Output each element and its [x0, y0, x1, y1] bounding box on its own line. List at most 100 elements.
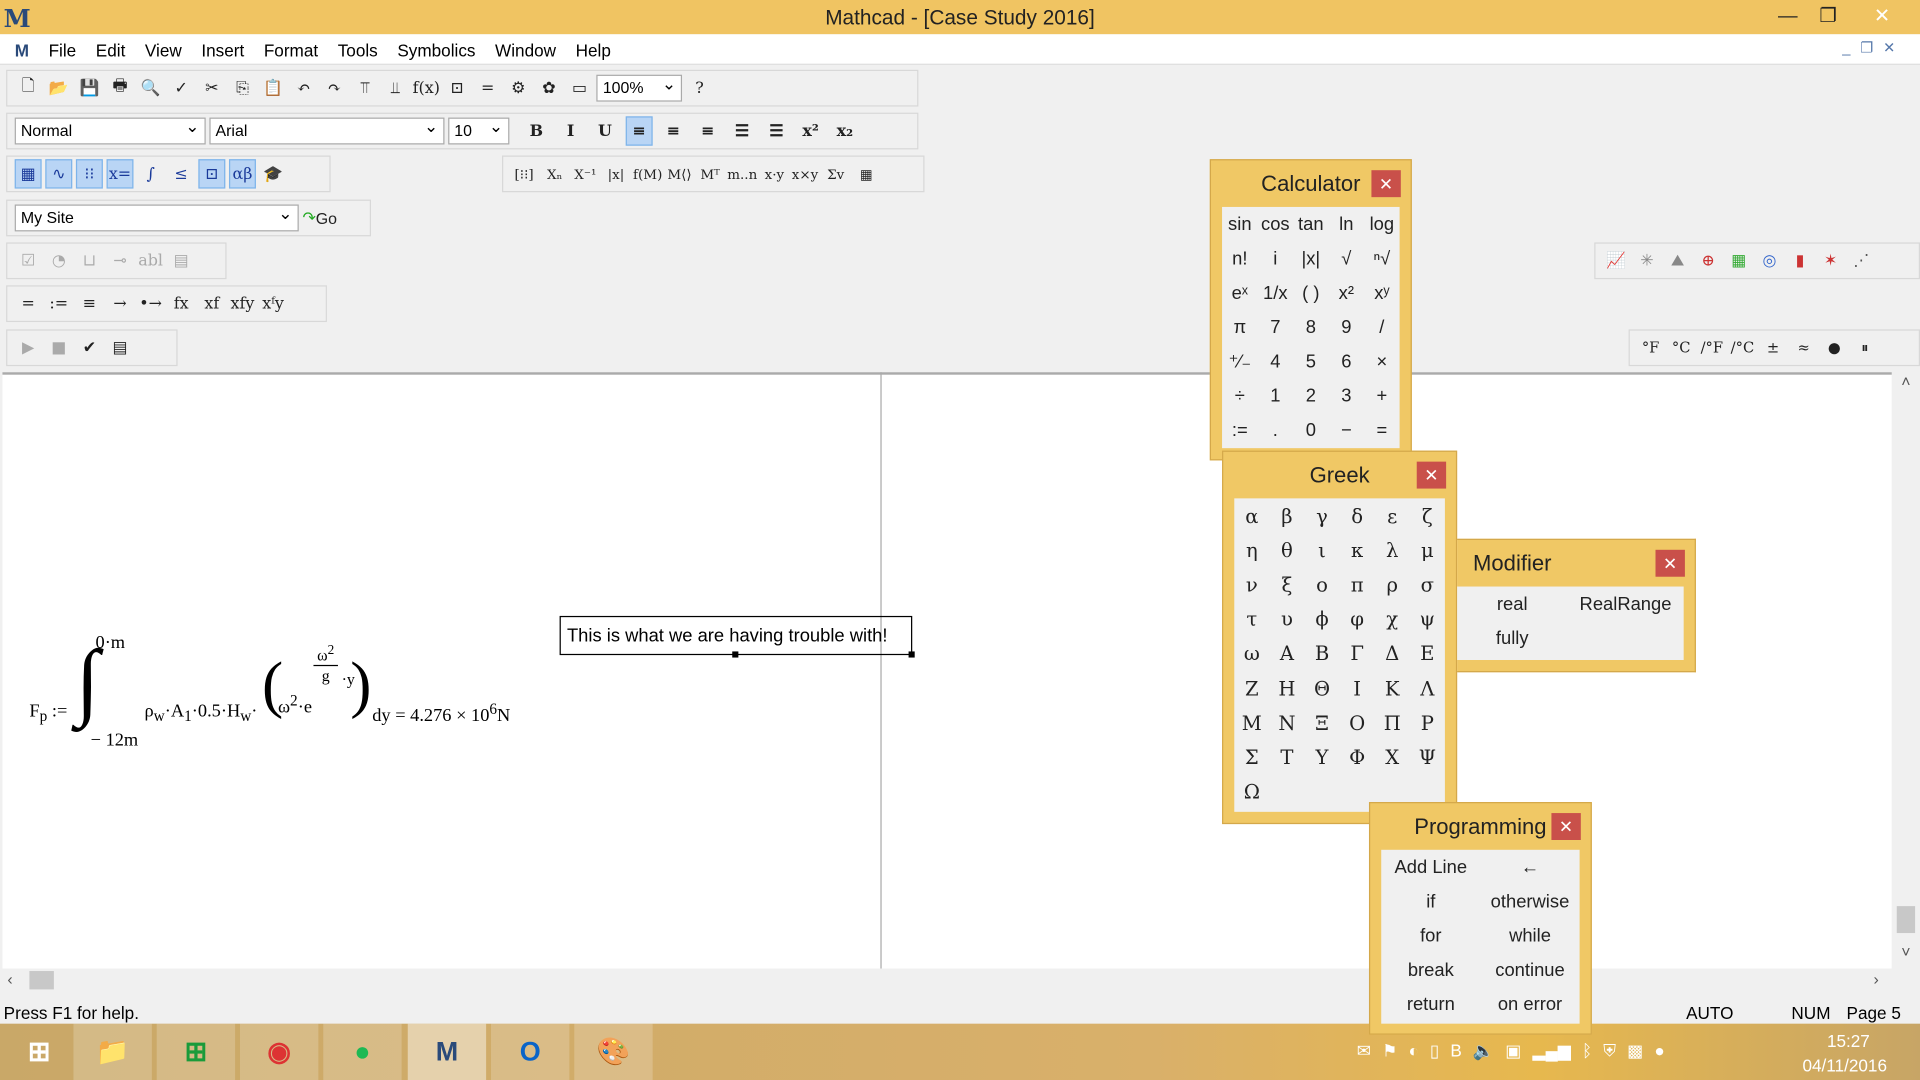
- style-select[interactable]: Normal: [14, 116, 206, 145]
- greek-key[interactable]: ψ: [1410, 602, 1445, 637]
- greek-key[interactable]: Λ: [1410, 671, 1445, 706]
- modifier-key[interactable]: real: [1457, 587, 1567, 621]
- 3d-scatter-icon[interactable]: ◎: [1756, 246, 1783, 275]
- calc-key[interactable]: 2: [1293, 378, 1329, 412]
- unit-6-button[interactable]: ●: [1821, 333, 1848, 362]
- calc-key[interactable]: ⁿ√: [1364, 241, 1400, 275]
- calc-key[interactable]: 0: [1293, 413, 1329, 447]
- resize-handle[interactable]: [732, 651, 739, 658]
- menu-file[interactable]: File: [39, 34, 86, 60]
- greek-key[interactable]: Ξ: [1304, 705, 1339, 740]
- programming-key[interactable]: otherwise: [1480, 884, 1579, 919]
- matrix-op-4-icon[interactable]: f(M): [633, 159, 662, 188]
- programming-key[interactable]: on error: [1480, 988, 1579, 1023]
- greek-key[interactable]: η: [1234, 533, 1269, 568]
- control-3-icon[interactable]: ⊸: [107, 246, 134, 275]
- matrix-op-11-icon[interactable]: ▦: [853, 159, 880, 188]
- greek-key[interactable]: Σ: [1234, 740, 1269, 775]
- horizontal-scrollbar[interactable]: ‹ ›: [0, 968, 1892, 992]
- greek-key[interactable]: Π: [1375, 705, 1410, 740]
- control-0-icon[interactable]: ☑: [15, 246, 42, 275]
- greek-key[interactable]: ρ: [1375, 567, 1410, 602]
- calculator-toolbar-icon[interactable]: ▦: [14, 159, 42, 189]
- start-icon[interactable]: ⊞: [0, 1024, 78, 1080]
- evaluation-toolbar-icon[interactable]: x=: [106, 159, 134, 189]
- restore-button[interactable]: ❐: [1800, 0, 1856, 34]
- calc-key[interactable]: 6: [1329, 344, 1365, 378]
- calc-key[interactable]: ( ): [1293, 276, 1329, 310]
- greek-key[interactable]: φ: [1340, 602, 1375, 637]
- unit-3-button[interactable]: /°C: [1729, 333, 1756, 362]
- calc-key[interactable]: log: [1364, 207, 1400, 241]
- unit-2-button[interactable]: /°F: [1698, 333, 1725, 362]
- greek-key[interactable]: Γ: [1340, 636, 1375, 671]
- control-5-icon[interactable]: ▤: [168, 246, 195, 275]
- calc-key[interactable]: 1/x: [1258, 276, 1294, 310]
- calc-key[interactable]: i: [1258, 241, 1294, 275]
- symbolic-toolbar-icon[interactable]: 🎓: [260, 159, 287, 188]
- unit-5-button[interactable]: ≈: [1790, 333, 1817, 362]
- greek-key[interactable]: μ: [1410, 533, 1445, 568]
- clock-time[interactable]: 15:27: [1827, 1031, 1870, 1051]
- font-select[interactable]: Arial: [209, 116, 445, 145]
- debug-1-icon[interactable]: ■: [45, 333, 72, 362]
- calc-key[interactable]: 8: [1293, 310, 1329, 344]
- spotify-tray-icon[interactable]: ●: [1654, 1041, 1664, 1062]
- unit-7-button[interactable]: ⏸: [1851, 333, 1878, 362]
- insert-unit-icon[interactable]: ⊡: [444, 73, 471, 102]
- region-icon[interactable]: ▭: [566, 73, 593, 102]
- resource-select[interactable]: My Site: [14, 203, 299, 232]
- scroll-thumb[interactable]: [1896, 906, 1916, 934]
- greek-key[interactable]: Θ: [1304, 671, 1339, 706]
- bar-icon[interactable]: ✶: [1817, 246, 1844, 275]
- programming-key[interactable]: Add Line: [1381, 850, 1480, 885]
- eval-op-1-button[interactable]: :=: [45, 289, 72, 318]
- greek-key[interactable]: ι: [1304, 533, 1339, 568]
- signal-tray-icon[interactable]: ▂▄▆: [1532, 1041, 1571, 1062]
- outlook-tray-icon[interactable]: ✉: [1357, 1041, 1371, 1062]
- close-icon[interactable]: ✕: [1416, 461, 1447, 489]
- acrobat-tray-icon[interactable]: ◐: [1409, 1041, 1419, 1062]
- volume-tray-icon[interactable]: 🔈: [1473, 1041, 1494, 1062]
- greek-key[interactable]: π: [1340, 567, 1375, 602]
- programming-key[interactable]: for: [1381, 919, 1480, 954]
- underline-icon[interactable]: U: [591, 116, 618, 145]
- matrix-op-7-icon[interactable]: m..n: [727, 159, 757, 188]
- menu-insert[interactable]: Insert: [192, 34, 254, 60]
- 3d-bar-icon[interactable]: ▦: [1725, 246, 1752, 275]
- align-down-icon[interactable]: ⫫: [382, 73, 409, 102]
- redo-icon[interactable]: ↷: [321, 73, 348, 102]
- calculus-toolbar-icon[interactable]: ∫: [137, 159, 164, 188]
- matrix-op-8-icon[interactable]: x·y: [761, 159, 788, 188]
- menu-tools[interactable]: Tools: [328, 34, 388, 60]
- calc-key[interactable]: +: [1364, 378, 1400, 412]
- scroll-up-icon[interactable]: ˄: [1892, 372, 1920, 390]
- unit-0-button[interactable]: °F: [1637, 333, 1664, 362]
- calc-key[interactable]: √: [1329, 241, 1365, 275]
- eval-op-3-button[interactable]: →: [107, 289, 134, 318]
- align-left-icon[interactable]: ≡: [625, 116, 653, 146]
- control-2-icon[interactable]: ⊔: [76, 246, 103, 275]
- greek-key[interactable]: τ: [1234, 602, 1269, 637]
- scroll-right-icon[interactable]: ›: [1873, 970, 1878, 988]
- eval-op-8-button[interactable]: xᶠy: [260, 289, 287, 318]
- help-icon[interactable]: ?: [686, 73, 713, 102]
- matrix-op-1-icon[interactable]: Xₙ: [541, 159, 568, 188]
- control-4-icon[interactable]: abl: [137, 246, 164, 275]
- insert-function-icon[interactable]: f(x): [413, 73, 440, 102]
- resize-handle[interactable]: [908, 651, 915, 658]
- greek-key[interactable]: γ: [1304, 498, 1339, 533]
- intel-tray-icon[interactable]: ▣: [1505, 1041, 1521, 1062]
- file-explorer-icon[interactable]: 📁: [73, 1023, 152, 1080]
- align-center-icon[interactable]: ≡: [660, 116, 687, 145]
- menu-symbolics[interactable]: Symbolics: [388, 34, 486, 60]
- matrix-op-9-icon[interactable]: x×y: [792, 159, 819, 188]
- scatter-icon[interactable]: ⋰: [1848, 246, 1875, 275]
- calc-key[interactable]: n!: [1222, 241, 1258, 275]
- open-icon[interactable]: 📂: [45, 73, 72, 102]
- bullets-icon[interactable]: ☰: [729, 116, 756, 145]
- clock-date[interactable]: 04/11/2016: [1802, 1056, 1887, 1076]
- calc-key[interactable]: 1: [1258, 378, 1294, 412]
- calc-key[interactable]: |x|: [1293, 241, 1329, 275]
- calc-key[interactable]: sin: [1222, 207, 1258, 241]
